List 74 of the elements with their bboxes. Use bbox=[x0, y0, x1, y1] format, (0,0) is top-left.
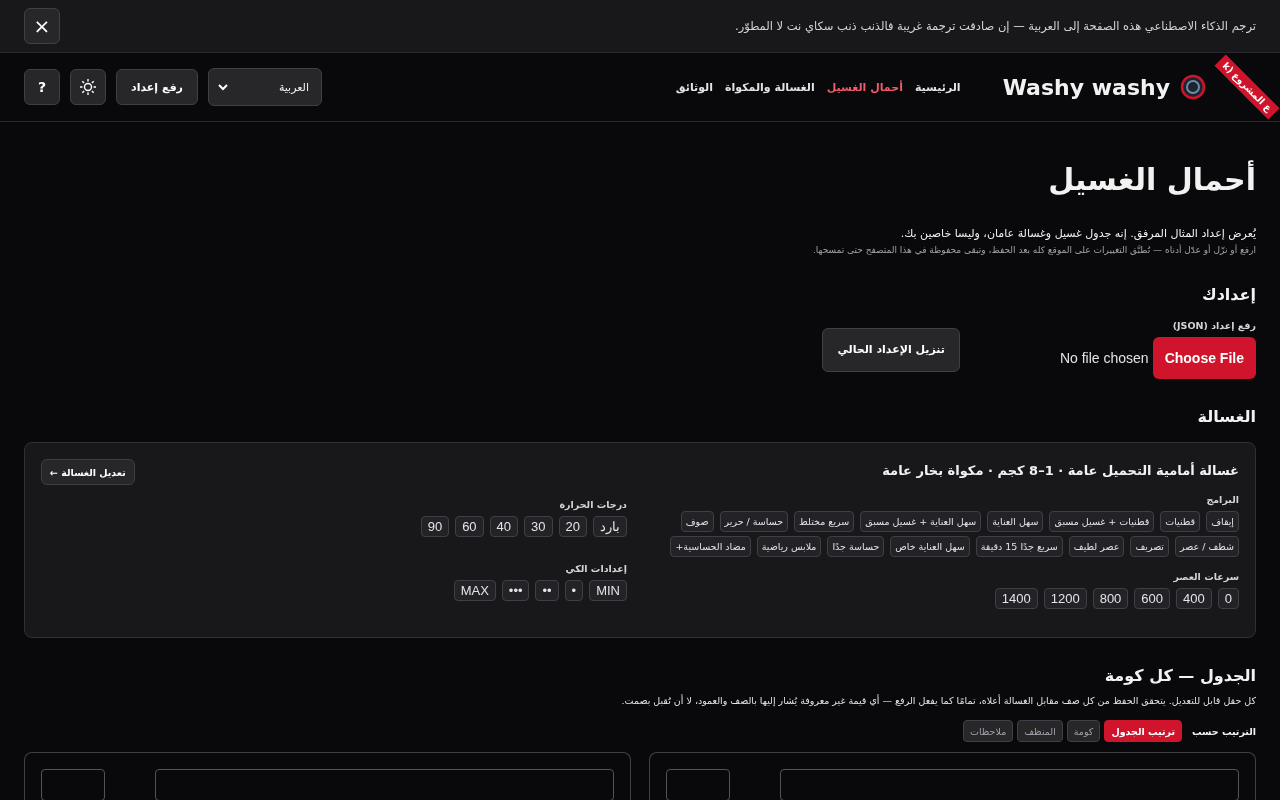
iron-tag: ••• bbox=[501, 580, 530, 601]
program-tag: سريع جدًا 15 دقيقة bbox=[975, 536, 1063, 557]
iron-tag: •• bbox=[535, 580, 559, 601]
spin-tag: 0 bbox=[1217, 588, 1239, 609]
spin-tag: 800 bbox=[1092, 588, 1129, 609]
temperature-tag: 60 bbox=[455, 516, 484, 537]
page-title: أحمال الغسيل bbox=[1047, 162, 1256, 197]
spin-tag: 1400 bbox=[994, 588, 1038, 609]
programs-label: البرامج bbox=[1205, 494, 1239, 505]
upload-config-button[interactable]: رفع إعداد bbox=[116, 69, 198, 105]
program-tag: سهل العناية + غسيل مسبق bbox=[860, 511, 982, 532]
chevron-down-icon bbox=[216, 83, 229, 91]
corner-ribbon[interactable]: ع المشروع (k bbox=[1214, 54, 1280, 120]
input-field[interactable] bbox=[780, 769, 1239, 800]
program-tag: شطف / عصر bbox=[1175, 536, 1239, 557]
edit-washer-button[interactable]: تعديل الغسالة ← bbox=[41, 459, 135, 485]
nav-link[interactable]: أحمال الغسيل bbox=[826, 80, 903, 94]
download-config-button[interactable]: تنزيل الإعداد الحالي bbox=[822, 327, 960, 372]
temperature-tag: 90 bbox=[420, 516, 450, 537]
nav-link[interactable]: الغسالة والمكواة bbox=[724, 80, 815, 94]
file-status-text: No file chosen bbox=[1059, 350, 1149, 366]
sun-icon bbox=[79, 78, 97, 96]
spin-tag: 600 bbox=[1134, 588, 1171, 609]
program-tag: ملابس رياضية bbox=[756, 536, 822, 557]
temperature-tag: بارد bbox=[593, 516, 627, 537]
temperature-tag: 30 bbox=[524, 516, 553, 537]
section-heading: الغسالة bbox=[1196, 407, 1256, 426]
program-tag: صوف bbox=[680, 511, 714, 532]
theme-toggle-button[interactable] bbox=[70, 69, 106, 105]
nav-link[interactable]: الرئيسية bbox=[914, 80, 961, 94]
program-tag: سريع مختلط bbox=[794, 511, 855, 532]
upload-label: رفع إعداد (JSON) bbox=[1171, 320, 1256, 331]
sort-label: الترتيب حسب bbox=[1192, 725, 1256, 737]
section-heading: الجدول — كل كومة bbox=[1103, 666, 1256, 685]
spin-label: سرعات العصر bbox=[1172, 571, 1239, 582]
close-button[interactable]: × bbox=[24, 8, 60, 44]
program-tag: حساسة / حرير bbox=[719, 511, 789, 532]
language-select[interactable]: العربية bbox=[207, 68, 322, 106]
sort-option[interactable]: ملاحظات bbox=[963, 720, 1014, 742]
program-tag: إيقاف bbox=[1206, 511, 1239, 532]
sort-option[interactable]: ترتيب الجدول bbox=[1104, 720, 1182, 742]
intro-text: يُعرض إعداد المثال المرفق. إنه جدول غسيل وغسالة عامان، وليسا خاصين بك. bbox=[899, 227, 1256, 240]
iron-tag: • bbox=[564, 580, 584, 601]
notice-text: ترجم الذكاء الاصطناعي هذه الصفحة إلى العربية — إن صادفت ترجمة غريبة فالذنب ذنب سكاي نت لا المطوّر. bbox=[735, 19, 1256, 33]
program-tag: مضاد الحساسية+ bbox=[670, 536, 751, 557]
temperature-tag: 20 bbox=[558, 516, 587, 537]
program-tag: تصريف bbox=[1130, 536, 1169, 557]
iron-label: إعدادات الكي bbox=[564, 563, 627, 574]
hint-text: ارفع أو نزّل أو عدّل أدناه — تُطبَّق التغييرات على الموقع كله بعد الحفظ، وتبقى محفوظة في هذا المتصفح حتى تمسحها. bbox=[811, 245, 1256, 255]
schedule-description: كل حقل قابل للتعديل. يتحقق الحفظ من كل صف مقابل الغسالة أعلاه، تمامًا كما يفعل الرفع — أي قيمة غير معروفة يُشار إليها بالصف والعمود، لا أن تُقبل بصمت. bbox=[620, 695, 1256, 706]
input-field[interactable] bbox=[155, 769, 614, 800]
sort-option[interactable]: المنظف bbox=[1017, 720, 1063, 742]
program-tag: عصر لطيف bbox=[1068, 536, 1125, 557]
sort-option[interactable]: كومة bbox=[1066, 720, 1101, 742]
help-button[interactable]: ? bbox=[24, 69, 60, 105]
input-field[interactable] bbox=[41, 769, 105, 800]
iron-tag: MAX bbox=[453, 580, 496, 601]
program-tag: سهل العناية خاص bbox=[890, 536, 970, 557]
washer-drum-icon[interactable] bbox=[1180, 74, 1206, 100]
program-tag: سهل العناية bbox=[987, 511, 1044, 532]
spin-tag: 400 bbox=[1176, 588, 1212, 609]
washer-title: غسالة أمامية التحميل عامة · 1–8 كجم · مكواة بخار عامة bbox=[881, 463, 1239, 478]
logo-text[interactable]: Washy washy bbox=[1002, 74, 1170, 100]
choose-file-button[interactable]: Choose File bbox=[1152, 337, 1256, 379]
section-heading: إعدادك bbox=[1201, 285, 1256, 304]
iron-tag: MIN bbox=[589, 580, 627, 601]
input-field[interactable] bbox=[666, 769, 730, 800]
program-tag: حساسة جدًا bbox=[827, 536, 885, 557]
nav-link[interactable]: الوثائق bbox=[675, 80, 713, 94]
temperature-tag: 40 bbox=[489, 516, 519, 537]
program-tag: قطنيات + غسيل مسبق bbox=[1049, 511, 1155, 532]
program-tag: قطنيات bbox=[1160, 511, 1201, 532]
spin-tag: 1200 bbox=[1043, 588, 1087, 609]
temperature-label: درجات الحرارة bbox=[558, 499, 627, 510]
